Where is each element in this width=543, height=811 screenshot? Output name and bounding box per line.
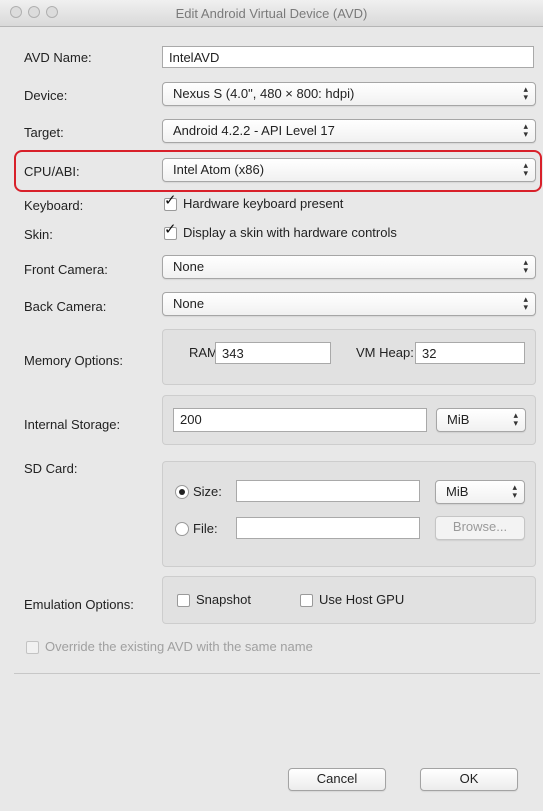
title-bar: Edit Android Virtual Device (AVD) — [0, 0, 543, 27]
override-checkbox[interactable] — [26, 641, 39, 654]
target-select-value: Android 4.2.2 - API Level 17 — [173, 123, 335, 138]
separator — [14, 673, 540, 674]
memory-options-group: RAM: 343 VM Heap: 32 — [162, 329, 536, 385]
select-arrows-icon: ▴ ▾ — [513, 410, 518, 428]
front-camera-label: Front Camera: — [24, 262, 108, 277]
avd-name-input[interactable]: IntelAVD — [162, 46, 534, 68]
checkmark-icon: ✓ — [164, 221, 177, 238]
emulation-options-label: Emulation Options: — [24, 597, 134, 612]
checkmark-icon: ✓ — [164, 192, 177, 209]
internal-storage-unit-value: MiB — [447, 412, 470, 427]
use-host-gpu-checkbox-label[interactable]: Use Host GPU — [319, 592, 404, 607]
vm-heap-label: VM Heap: — [356, 345, 414, 360]
keyboard-label: Keyboard: — [24, 198, 84, 213]
snapshot-checkbox-label[interactable]: Snapshot — [196, 592, 251, 607]
snapshot-checkbox[interactable] — [177, 594, 190, 607]
front-camera-select-value: None — [173, 259, 205, 274]
internal-storage-label: Internal Storage: — [24, 417, 121, 432]
sd-file-input[interactable] — [236, 517, 420, 539]
sd-size-unit-select[interactable]: MiB ▴ ▾ — [435, 480, 525, 504]
device-select[interactable]: Nexus S (4.0", 480 × 800: hdpi) ▴ ▾ — [162, 82, 536, 106]
sd-size-unit-value: MiB — [446, 484, 469, 499]
select-arrows-icon: ▴ ▾ — [523, 257, 528, 275]
sd-size-radio[interactable] — [175, 485, 189, 499]
skin-checkbox-label[interactable]: Display a skin with hardware controls — [183, 225, 397, 240]
emulation-options-group: Snapshot Use Host GPU — [162, 576, 536, 624]
sd-file-label[interactable]: File: — [193, 521, 218, 536]
sd-card-group: Size: MiB ▴ ▾ File: Browse... — [162, 461, 536, 567]
back-camera-select-value: None — [173, 296, 205, 311]
keyboard-checkbox-label[interactable]: Hardware keyboard present — [183, 196, 343, 211]
skin-label: Skin: — [24, 227, 53, 242]
sd-size-input[interactable] — [236, 480, 420, 502]
vm-heap-input[interactable]: 32 — [415, 342, 525, 364]
select-arrows-icon: ▴ ▾ — [523, 294, 528, 312]
device-select-value: Nexus S (4.0", 480 × 800: hdpi) — [173, 86, 355, 101]
internal-storage-input[interactable]: 200 — [173, 408, 427, 432]
select-arrows-icon: ▴ ▾ — [523, 160, 528, 178]
radio-selected-icon — [179, 489, 185, 495]
avd-name-label: AVD Name: — [24, 50, 92, 65]
ram-input[interactable]: 343 — [215, 342, 331, 364]
cpu-abi-label: CPU/ABI: — [24, 164, 80, 179]
window-title: Edit Android Virtual Device (AVD) — [175, 6, 368, 21]
use-host-gpu-checkbox[interactable] — [300, 594, 313, 607]
cpu-abi-select[interactable]: Intel Atom (x86) ▴ ▾ — [162, 158, 536, 182]
device-label: Device: — [24, 88, 68, 103]
override-checkbox-label[interactable]: Override the existing AVD with the same … — [45, 639, 313, 654]
cancel-button[interactable]: Cancel — [288, 768, 386, 791]
sd-size-label[interactable]: Size: — [193, 484, 222, 499]
browse-button[interactable]: Browse... — [435, 516, 525, 540]
back-camera-select[interactable]: None ▴ ▾ — [162, 292, 536, 316]
ok-button[interactable]: OK — [420, 768, 518, 791]
target-label: Target: — [24, 125, 64, 140]
internal-storage-group: 200 MiB ▴ ▾ — [162, 395, 536, 445]
sd-card-label: SD Card: — [24, 461, 78, 476]
back-camera-label: Back Camera: — [24, 299, 107, 314]
sd-file-radio[interactable] — [175, 522, 189, 536]
memory-options-label: Memory Options: — [24, 353, 123, 368]
select-arrows-icon: ▴ ▾ — [523, 121, 528, 139]
cpu-abi-select-value: Intel Atom (x86) — [173, 162, 265, 177]
select-arrows-icon: ▴ ▾ — [523, 84, 528, 102]
internal-storage-unit-select[interactable]: MiB ▴ ▾ — [436, 408, 526, 432]
target-select[interactable]: Android 4.2.2 - API Level 17 ▴ ▾ — [162, 119, 536, 143]
select-arrows-icon: ▴ ▾ — [512, 482, 517, 500]
front-camera-select[interactable]: None ▴ ▾ — [162, 255, 536, 279]
